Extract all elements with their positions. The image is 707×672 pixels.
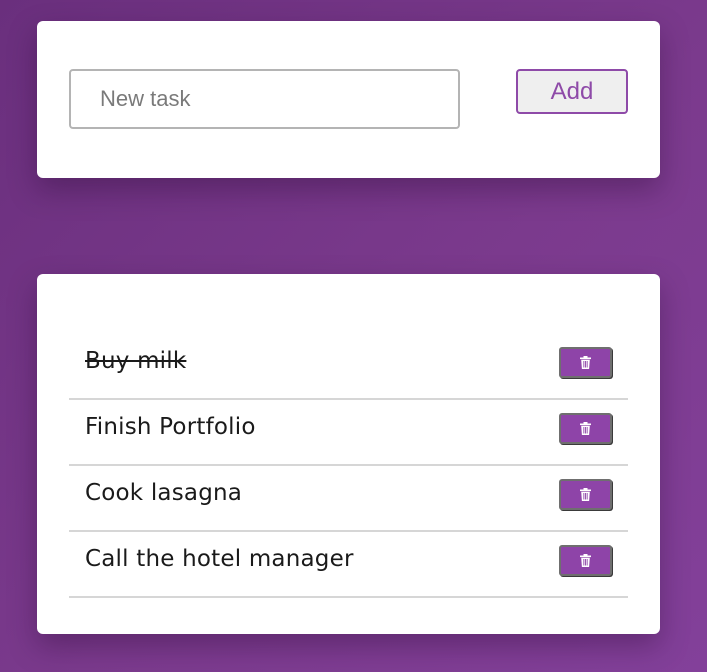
add-task-button[interactable]: Add	[516, 69, 628, 114]
task-list-card: Buy milk Finish Portfolio Cook lasagna C…	[37, 274, 660, 634]
trash-icon	[580, 356, 591, 369]
delete-task-button[interactable]	[559, 413, 612, 444]
trash-icon	[580, 422, 591, 435]
new-task-input[interactable]	[69, 69, 460, 129]
trash-icon	[580, 488, 591, 501]
task-item: Call the hotel manager	[69, 532, 628, 598]
trash-icon	[580, 554, 591, 567]
task-text[interactable]: Buy milk	[85, 348, 186, 374]
task-text[interactable]: Cook lasagna	[85, 480, 242, 506]
task-item: Buy milk	[69, 334, 628, 400]
task-item: Finish Portfolio	[69, 400, 628, 466]
task-text[interactable]: Call the hotel manager	[85, 546, 354, 572]
task-item: Cook lasagna	[69, 466, 628, 532]
delete-task-button[interactable]	[559, 347, 612, 378]
new-task-card: Add	[37, 21, 660, 178]
task-list: Buy milk Finish Portfolio Cook lasagna C…	[69, 334, 628, 598]
delete-task-button[interactable]	[559, 545, 612, 576]
delete-task-button[interactable]	[559, 479, 612, 510]
task-text[interactable]: Finish Portfolio	[85, 414, 256, 440]
